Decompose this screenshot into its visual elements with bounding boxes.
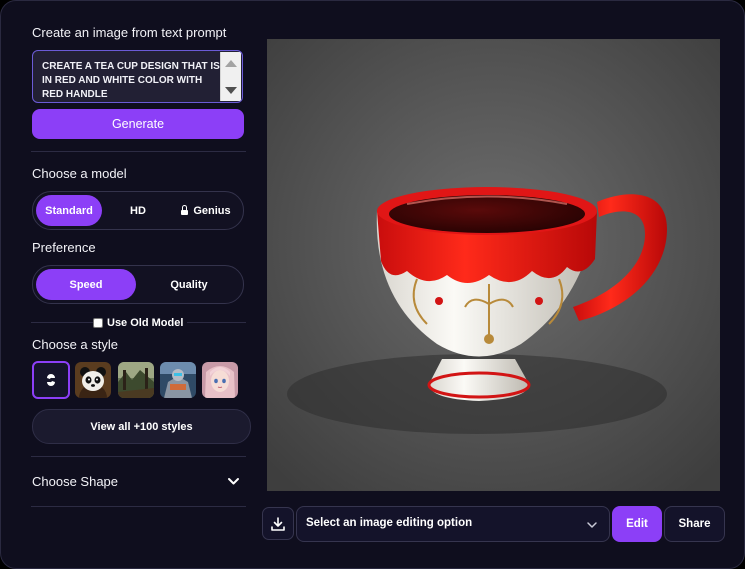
robot-thumbnail — [160, 362, 196, 398]
landscape-thumbnail — [118, 362, 154, 398]
style-heading: Choose a style — [32, 337, 118, 352]
use-old-model-label: Use Old Model — [107, 317, 184, 329]
prompt-scrollbar[interactable] — [220, 52, 241, 101]
download-icon — [271, 516, 285, 531]
model-option-hd[interactable]: HD — [105, 195, 171, 226]
model-option-standard[interactable]: Standard — [36, 195, 102, 226]
panda-thumbnail — [75, 362, 111, 398]
choose-shape-accordion[interactable]: Choose Shape — [31, 467, 246, 497]
preference-heading: Preference — [32, 240, 96, 255]
model-selector: Standard HD Genius — [32, 191, 244, 230]
no-style-icon — [47, 374, 55, 386]
share-button[interactable]: Share — [664, 506, 725, 542]
edit-option-select[interactable]: Select an image editing option — [296, 506, 610, 542]
preference-option-speed[interactable]: Speed — [36, 269, 136, 300]
divider — [31, 151, 246, 152]
use-old-model-toggle[interactable]: Use Old Model — [93, 317, 183, 329]
generated-image[interactable] — [267, 39, 720, 491]
style-landscape[interactable] — [118, 362, 154, 398]
preference-option-label: Quality — [170, 278, 208, 291]
style-anime[interactable] — [202, 362, 238, 398]
scroll-up-arrow-icon[interactable] — [221, 54, 241, 72]
view-all-styles-button[interactable]: View all +100 styles — [32, 409, 251, 444]
prompt-textarea[interactable]: CREATE A TEA CUP DESIGN THAT IS IN RED A… — [32, 50, 243, 103]
chevron-down-icon — [587, 522, 597, 528]
divider — [31, 322, 93, 323]
prompt-heading: Create an image from text prompt — [32, 25, 227, 40]
divider — [31, 456, 246, 457]
tea-cup-image — [267, 39, 720, 491]
preference-option-label: Speed — [69, 278, 103, 291]
preference-option-quality[interactable]: Quality — [139, 269, 239, 300]
model-option-genius[interactable]: Genius — [173, 195, 239, 226]
divider — [31, 506, 246, 507]
download-button[interactable] — [262, 507, 294, 540]
style-thumbnails — [32, 361, 244, 399]
app-window: Create an image from text prompt CREATE … — [0, 0, 745, 569]
model-heading: Choose a model — [32, 166, 127, 181]
settings-panel: Create an image from text prompt CREATE … — [31, 1, 251, 568]
edit-option-label: Select an image editing option — [306, 517, 473, 529]
generate-button[interactable]: Generate — [32, 109, 244, 139]
preference-selector: Speed Quality — [32, 265, 244, 304]
model-option-label: Genius — [193, 204, 231, 217]
use-old-model-checkbox[interactable] — [93, 318, 103, 328]
style-none[interactable] — [32, 361, 70, 399]
scroll-down-arrow-icon[interactable] — [221, 81, 241, 99]
edit-button[interactable]: Edit — [612, 506, 662, 542]
model-option-label: Standard — [45, 204, 93, 217]
style-robot[interactable] — [160, 362, 196, 398]
choose-shape-label: Choose Shape — [32, 474, 119, 489]
chevron-down-icon — [228, 478, 239, 485]
divider — [187, 322, 246, 323]
style-panda[interactable] — [75, 362, 111, 398]
prompt-text[interactable]: CREATE A TEA CUP DESIGN THAT IS IN RED A… — [42, 60, 224, 102]
anime-girl-thumbnail — [202, 362, 238, 398]
model-option-label: HD — [130, 204, 146, 217]
lock-icon — [181, 204, 189, 216]
